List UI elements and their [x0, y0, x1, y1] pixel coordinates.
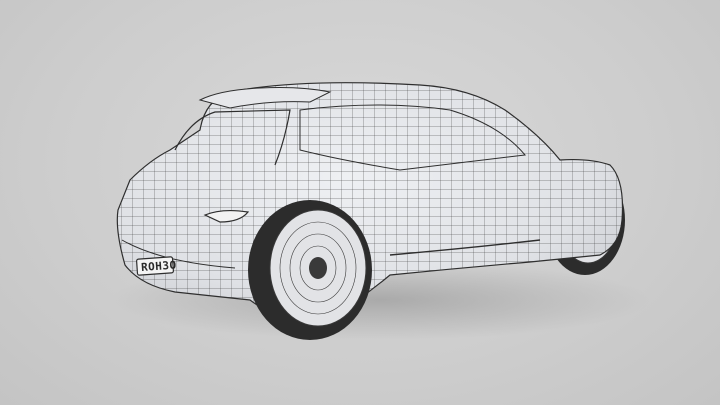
license-plate-text: ROH3O — [141, 259, 177, 274]
car-body — [116, 82, 624, 323]
render-viewport: ROH3O — [0, 0, 720, 405]
license-plate: ROH3O — [136, 256, 177, 276]
rear-left-wheel — [248, 200, 372, 340]
car-wireframe-render: ROH3O — [110, 82, 650, 340]
wireframe-mesh — [117, 82, 623, 322]
